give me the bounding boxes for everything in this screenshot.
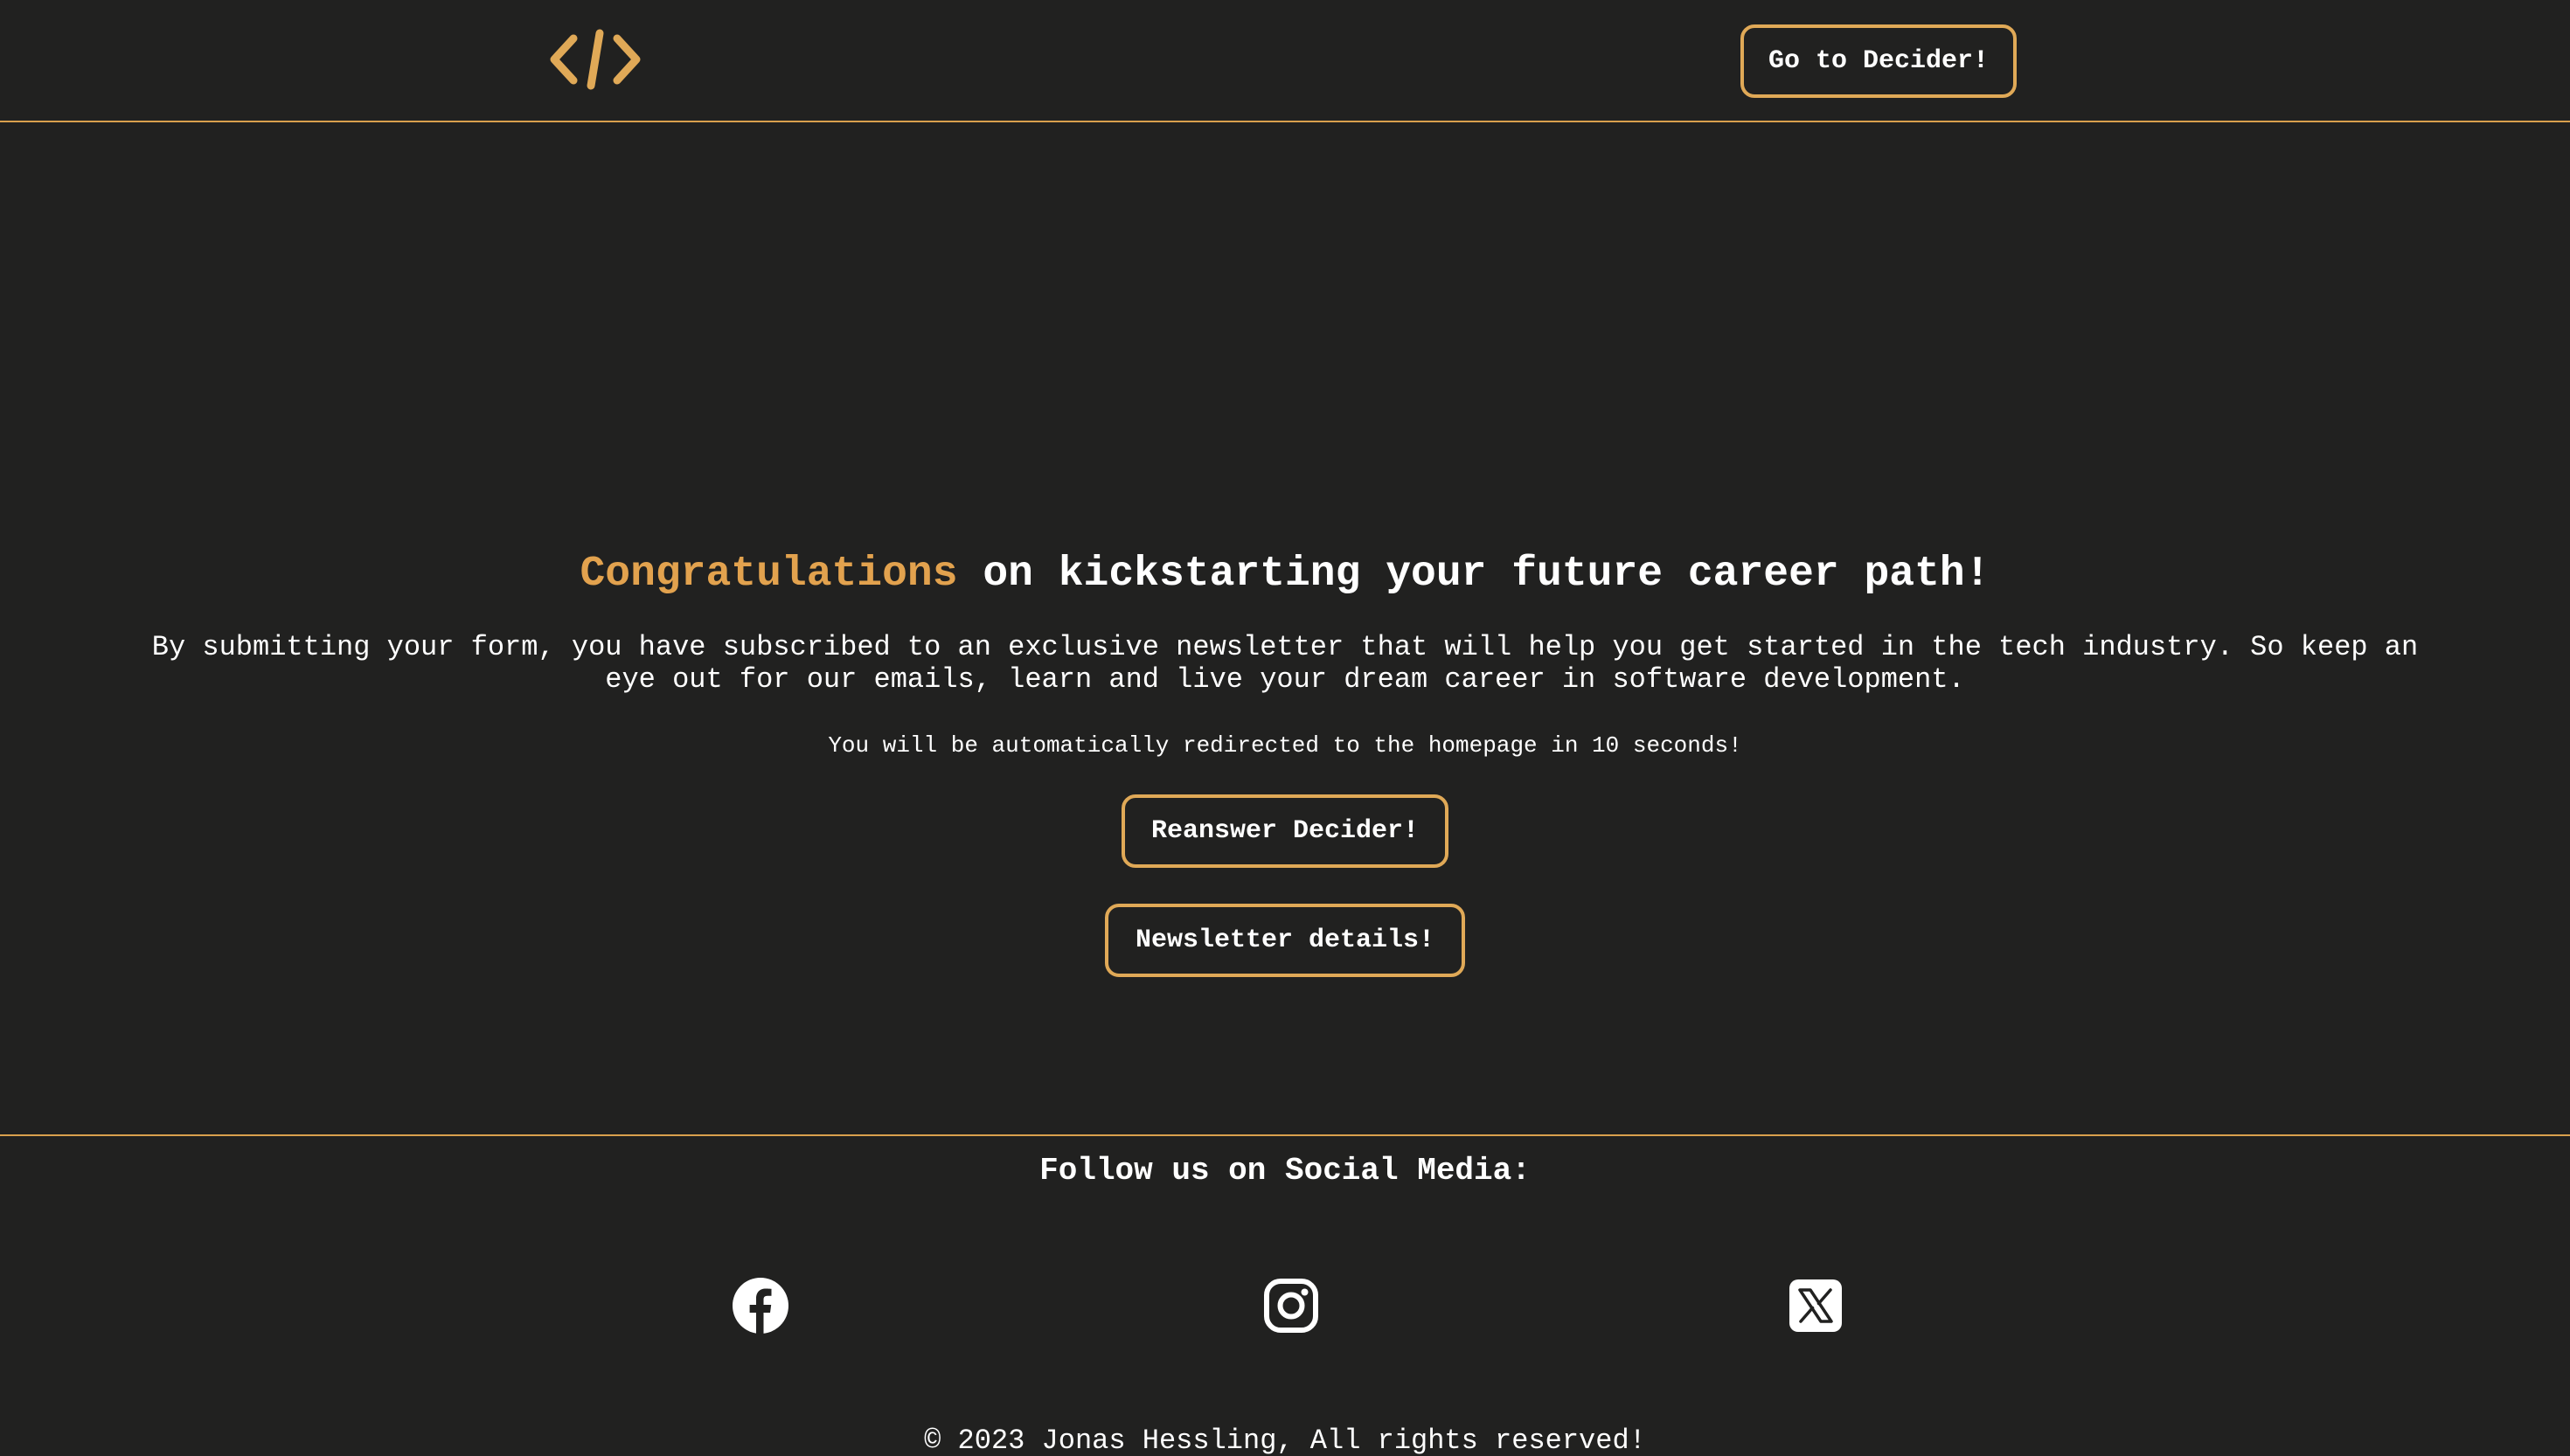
site-header: Go to Decider! — [0, 0, 2570, 122]
page: Go to Decider! Congratulations on kickst… — [0, 0, 2570, 1456]
headline-accent: Congratulations — [580, 551, 958, 598]
x-twitter-icon[interactable] — [1788, 1278, 1844, 1334]
newsletter-intro-text: By submitting your form, you have subscr… — [151, 631, 2419, 696]
instagram-icon[interactable] — [1263, 1278, 1319, 1334]
headline-text: on kickstarting your future career path! — [957, 551, 1990, 598]
footer-title: Follow us on Social Media: — [1039, 1153, 1531, 1189]
go-to-decider-button[interactable]: Go to Decider! — [1740, 24, 2017, 98]
page-headline: Congratulations on kickstarting your fut… — [0, 545, 2570, 603]
site-footer: Follow us on Social Media: © 2023 Jonas … — [0, 1134, 2570, 1456]
copyright-text: © 2023 Jonas Hessling, All rights reserv… — [924, 1425, 1646, 1456]
code-brackets-icon[interactable] — [549, 28, 642, 91]
facebook-icon[interactable] — [733, 1278, 788, 1334]
newsletter-details-button[interactable]: Newsletter details! — [1105, 904, 1465, 977]
redirect-notice: You will be automatically redirected to … — [828, 732, 1742, 759]
reanswer-decider-button[interactable]: Reanswer Decider! — [1122, 794, 1448, 868]
